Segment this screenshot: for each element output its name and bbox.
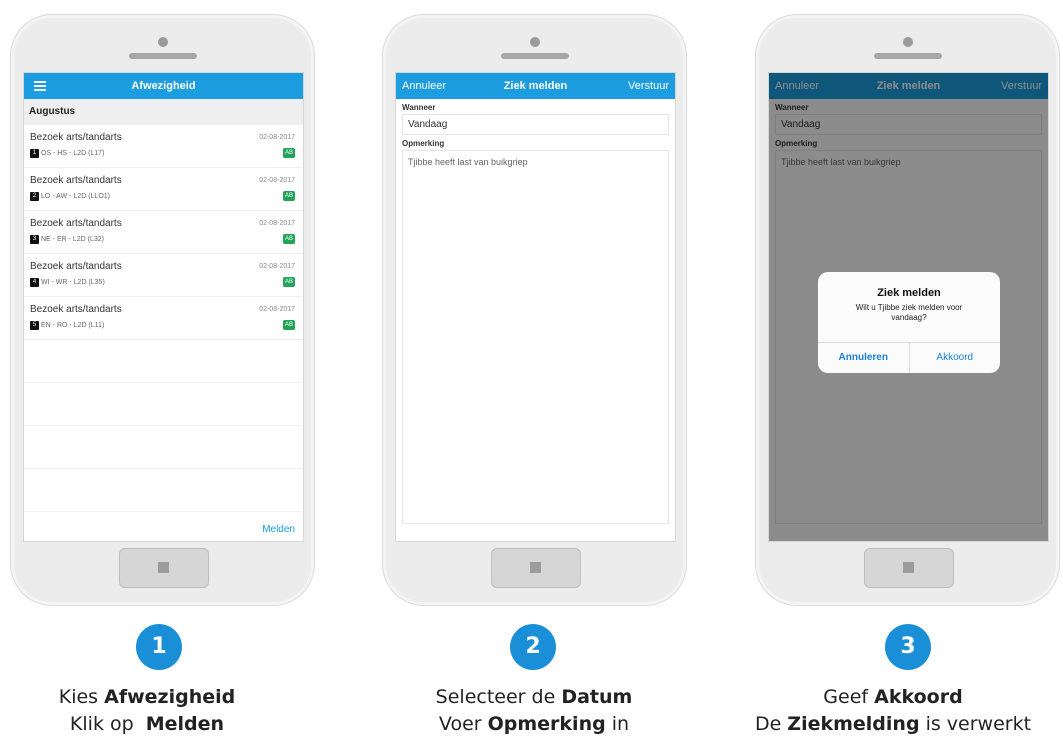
step-number-3: 3 [885, 624, 931, 670]
empty-row [24, 426, 303, 469]
lesson-number-badge: 1 [30, 149, 39, 158]
when-field[interactable]: Vandaag [402, 114, 669, 135]
absence-code-badge: AB [282, 234, 295, 244]
dialog-buttons: Annuleren Akkoord [818, 342, 1000, 373]
empty-row [24, 469, 303, 512]
phone-speaker [500, 53, 569, 59]
absence-list-item[interactable]: Bezoek arts/tandarts 02-08-2017 1 OS - H… [24, 125, 303, 168]
phone-camera [529, 37, 540, 47]
step-caption-1: Kies Afwezigheid Klik op Melden [0, 684, 317, 738]
melden-button[interactable]: Melden [262, 524, 295, 535]
phone-screen: Annuleer Ziek melden Verstuur Wanneer Va… [768, 72, 1049, 542]
absence-list-item[interactable]: Bezoek arts/tandarts 02-08-2017 2 LO - A… [24, 168, 303, 211]
caption-line: Selecteer de Datum [435, 686, 633, 708]
home-button [490, 548, 581, 588]
remark-label: Opmerking [402, 139, 445, 148]
absence-title: Bezoek arts/tandarts [30, 304, 122, 315]
caption-line: Geef Akkoord [823, 686, 963, 708]
step-caption-2: Selecteer de Datum Voer Opmerking in [364, 684, 704, 738]
absence-lesson-info: EN - RO - L2D (L11) [41, 322, 105, 329]
caption-line: Voer Opmerking in [438, 713, 630, 735]
lesson-number-badge: 5 [30, 321, 39, 330]
absence-lesson-info: LO - AW - L2D (LLO1) [41, 193, 110, 200]
absence-date: 02-08-2017 [259, 134, 295, 141]
step-number-2: 2 [510, 624, 556, 670]
dialog-message: Wilt u Tjibbe ziek melden voor vandaag? [855, 303, 963, 322]
absence-code-badge: AB [282, 148, 295, 158]
absence-title: Bezoek arts/tandarts [30, 218, 122, 229]
home-button [863, 548, 954, 588]
absence-lesson-info: WI - WR - L2D (L35) [41, 279, 105, 286]
lesson-number-badge: 3 [30, 235, 39, 244]
dialog-cancel-button[interactable]: Annuleren [818, 343, 910, 373]
absence-list-item[interactable]: Bezoek arts/tandarts 02-08-2017 4 WI - W… [24, 254, 303, 297]
absence-code-badge: AB [282, 320, 295, 330]
absence-date: 02-08-2017 [259, 306, 295, 313]
caption-line: Klik op Melden [69, 713, 225, 735]
phone-speaker [128, 53, 197, 59]
lesson-number-badge: 4 [30, 278, 39, 287]
absence-list-item[interactable]: Bezoek arts/tandarts 02-08-2017 3 NE - E… [24, 211, 303, 254]
absence-code-badge: AB [282, 191, 295, 201]
phone-mockup-3: Annuleer Ziek melden Verstuur Wanneer Va… [755, 14, 1060, 606]
step-number-1: 1 [136, 624, 182, 670]
phone-mockup-1: Afwezigheid Augustus Bezoek arts/tandart… [10, 14, 315, 606]
remark-textarea[interactable]: Tjibbe heeft last van buikgriep [402, 150, 669, 524]
phone-screen: Afwezigheid Augustus Bezoek arts/tandart… [23, 72, 304, 542]
caption-line: De Ziekmelding is verwerkt [754, 713, 1032, 735]
empty-row [24, 383, 303, 426]
absence-date: 02-08-2017 [259, 177, 295, 184]
absence-list-item[interactable]: Bezoek arts/tandarts 02-08-2017 5 EN - R… [24, 297, 303, 340]
absence-title: Bezoek arts/tandarts [30, 132, 122, 143]
phone-speaker [873, 53, 942, 59]
phone-screen: Annuleer Ziek melden Verstuur Wanneer Va… [395, 72, 676, 542]
absence-lesson-info: OS - HS - L2D (L17) [41, 150, 105, 157]
phone-mockup-2: Annuleer Ziek melden Verstuur Wanneer Va… [382, 14, 687, 606]
send-button[interactable]: Verstuur [628, 80, 669, 92]
lesson-number-badge: 2 [30, 192, 39, 201]
dialog-title: Ziek melden [877, 287, 941, 299]
absence-date: 02-08-2017 [259, 220, 295, 227]
absence-date: 02-08-2017 [259, 263, 295, 270]
absence-code-badge: AB [282, 277, 295, 287]
home-button [118, 548, 209, 588]
month-section-header: Augustus [24, 99, 303, 125]
phone-camera [157, 37, 168, 47]
phone-camera [902, 37, 913, 47]
absence-lesson-info: NE - ER - L2D (L32) [41, 236, 105, 243]
page-title: Afwezigheid [131, 80, 196, 92]
confirm-dialog: Ziek melden Wilt u Tjibbe ziek melden vo… [818, 272, 1000, 373]
app-header: Afwezigheid [24, 73, 303, 99]
absence-title: Bezoek arts/tandarts [30, 261, 122, 272]
step-caption-3: Geef Akkoord De Ziekmelding is verwerkt [723, 684, 1063, 738]
app-header: Annuleer Ziek melden Verstuur [396, 73, 675, 99]
empty-row [24, 340, 303, 383]
dialog-confirm-button[interactable]: Akkoord [910, 343, 1001, 373]
caption-line: Kies Afwezigheid [58, 686, 236, 708]
when-label: Wanneer [402, 103, 436, 112]
absence-title: Bezoek arts/tandarts [30, 175, 122, 186]
